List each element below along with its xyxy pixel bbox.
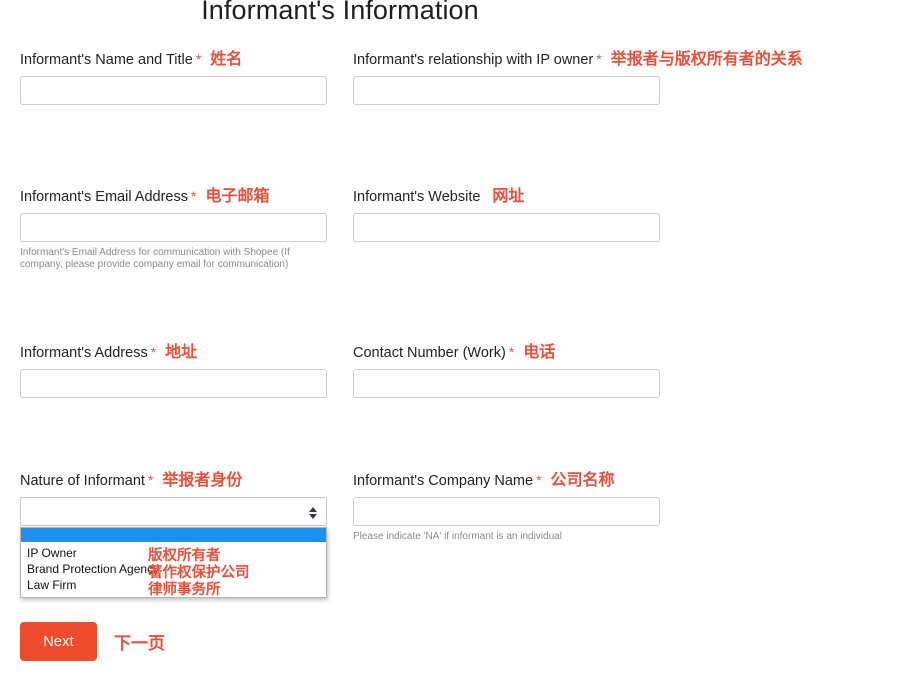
dropdown-option-blank[interactable] [21,528,326,542]
annotation-cn: 电子邮箱 [205,186,270,205]
label-text: Contact Number (Work) [353,345,506,361]
input-company-name[interactable] [353,497,660,526]
input-email[interactable] [20,213,327,242]
field-relationship: Informant's relationship with IP owner * 举… [353,50,803,105]
annotation-cn: 举报者身份 [162,470,243,489]
label-text: Informant's relationship with IP owner [353,52,594,68]
next-button[interactable]: Next [20,622,97,661]
dropdown-option-ip-owner[interactable]: IP Owner [21,542,326,561]
form-page: Informant's Information Informant's Name… [0,0,915,675]
required-asterisk: * [596,51,602,67]
field-contact-number: Contact Number (Work) * 电话 [353,343,753,398]
input-relationship[interactable] [353,76,660,105]
required-asterisk: * [147,472,154,488]
required-asterisk: * [150,344,157,360]
form-row-3: Informant's Address * 地址 Contact Number (W… [0,343,915,471]
nature-of-informant-dropdown[interactable]: IP Owner Brand Protection Agency Law Fir… [20,527,327,598]
input-name-and-title[interactable] [20,76,327,105]
label-contact-number: Contact Number (Work) * 电话 [353,343,753,363]
nature-of-informant-select[interactable] [20,497,327,526]
annotation-cn: 地址 [165,342,198,361]
field-company-name: Informant's Company Name * 公司名称 Please ind… [353,471,753,543]
next-annotation-cn: 下一页 [114,634,165,654]
label-text: Informant's Email Address [20,189,188,205]
form-row-4: Nature of Informant * 举报者身份 IP Owner Brand [0,470,915,598]
form-row-2: Informant's Email Address * 电子邮箱 Informant… [0,187,915,343]
required-asterisk: * [195,51,202,67]
label-company-name: Informant's Company Name * 公司名称 [353,471,753,491]
select-updown-arrows-icon [308,502,318,523]
dropdown-option-brand-protection-agency[interactable]: Brand Protection Agency [21,561,326,577]
page-title: Informant's Information [201,0,479,25]
input-address[interactable] [20,369,327,398]
nature-of-informant-select-wrap: IP Owner Brand Protection Agency Law Fir… [20,497,327,598]
informant-form: Informant's Name and Title * 姓名 Informant'… [0,50,915,598]
annotation-cn: 电话 [523,342,556,361]
label-website: Informant's Website 网址 [353,187,753,207]
label-text: Informant's Name and Title [20,52,193,68]
helper-text-email: Informant's Email Address for communicat… [20,247,290,270]
label-text: Informant's Website [353,189,481,205]
input-website[interactable] [353,213,660,242]
annotation-cn: 公司名称 [550,470,615,489]
dropdown-option-law-firm[interactable]: Law Firm [21,577,326,597]
label-text: Nature of Informant [20,473,145,489]
form-row-1: Informant's Name and Title * 姓名 Informant'… [0,50,915,187]
required-asterisk: * [536,472,542,488]
helper-text-company-name: Please indicate 'NA' if informant is an … [353,531,562,542]
annotation-cn: 网址 [492,186,525,205]
form-footer: Next 下一页 [20,622,165,661]
required-asterisk: * [508,344,515,360]
label-text: Informant's Company Name [353,473,534,489]
input-contact-number[interactable] [353,369,660,398]
required-asterisk: * [190,188,197,204]
annotation-cn: 姓名 [210,49,243,68]
label-text: Informant's Address [20,345,148,361]
label-relationship: Informant's relationship with IP owner * 举… [353,50,803,70]
annotation-cn: 举报者与版权所有者的关系 [610,49,803,68]
field-website: Informant's Website 网址 [353,187,753,242]
